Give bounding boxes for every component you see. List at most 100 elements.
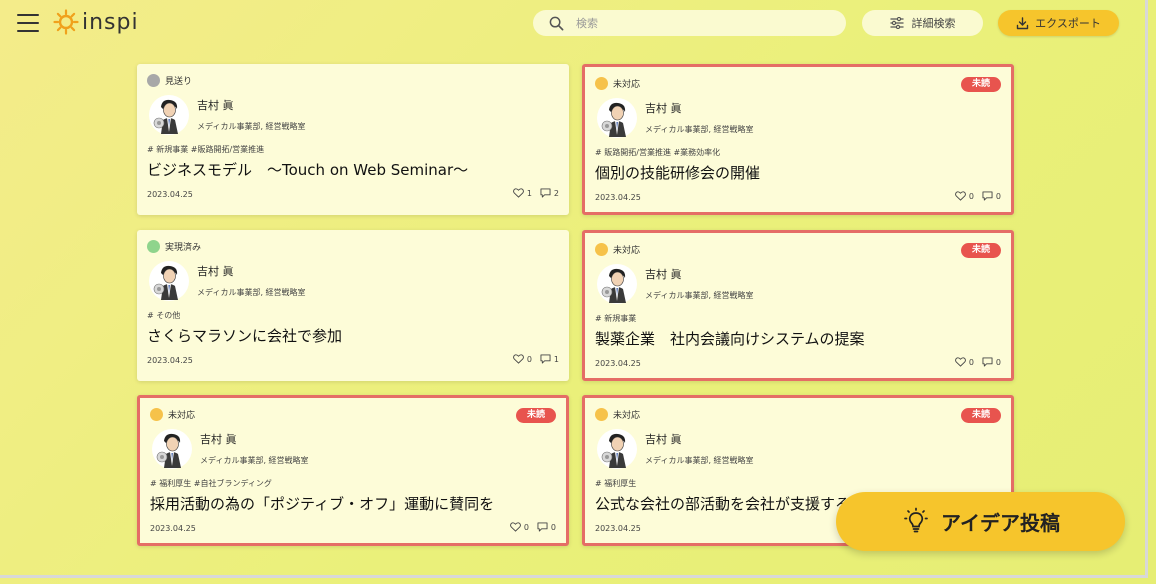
like-button[interactable]: 0 (954, 357, 974, 367)
status-dot (147, 240, 160, 253)
reaction-counts: 0 0 (509, 522, 556, 532)
comment-count: 0 (995, 191, 1001, 201)
tag-list: # 新規事業 #販路開拓/営業推進 (147, 145, 265, 154)
lightbulb-icon (904, 507, 928, 532)
idea-card[interactable]: 見送り 吉村 眞 メディカル事業部, 経営戦略室 # 新規事業 #販路開拓/営業… (137, 64, 569, 215)
reaction-counts: 0 0 (954, 191, 1001, 201)
post-date: 2023.04.25 (150, 524, 196, 533)
status-label: 未対応 (613, 80, 641, 90)
user-name: 吉村 眞 (645, 268, 682, 281)
comment-icon (982, 191, 993, 201)
status-indicator: 見送り (147, 74, 192, 87)
advanced-search-button[interactable]: 詳細検索 (862, 10, 983, 36)
status-dot (147, 74, 160, 87)
reaction-counts: 0 0 (954, 357, 1001, 367)
like-count: 0 (968, 191, 974, 201)
search-icon (549, 16, 564, 30)
status-label: 見送り (165, 77, 193, 87)
user-department: メディカル事業部, 経営戦略室 (197, 288, 306, 297)
idea-title: 公式な会社の部活動を会社が支援する (595, 495, 851, 513)
comment-count: 0 (995, 357, 1001, 367)
post-date: 2023.04.25 (595, 193, 641, 202)
idea-card[interactable]: 未対応 未読 吉村 眞 メディカル事業部, 経営戦略室 # 福利厚生 #自社ブラ… (137, 395, 569, 546)
status-indicator: 未対応 (595, 77, 640, 90)
idea-title: 個別の技能研修会の開催 (595, 164, 761, 182)
comment-button[interactable]: 0 (982, 357, 1001, 367)
comment-button[interactable]: 0 (982, 191, 1001, 201)
idea-title: 製薬企業 社内会議向けシステムの提案 (595, 330, 865, 348)
comment-button[interactable]: 2 (540, 188, 559, 198)
like-count: 0 (968, 357, 974, 367)
user-department: メディカル事業部, 経営戦略室 (645, 125, 754, 134)
idea-card[interactable]: 実現済み 吉村 眞 メディカル事業部, 経営戦略室 # その他 さくらマラソンに… (137, 230, 569, 381)
status-label: 実現済み (165, 243, 202, 253)
reaction-counts: 0 1 (512, 354, 559, 364)
user-department: メディカル事業部, 経営戦略室 (645, 291, 754, 300)
search-input[interactable] (574, 15, 838, 31)
post-date: 2023.04.25 (147, 190, 193, 199)
comment-button[interactable]: 0 (537, 522, 556, 532)
idea-card[interactable]: 未対応 未読 吉村 眞 メディカル事業部, 経営戦略室 # 販路開拓/営業推進 … (582, 64, 1014, 215)
avatar (149, 95, 189, 135)
status-label: 未対応 (613, 246, 641, 256)
like-button[interactable]: 1 (512, 188, 532, 198)
tag-list: # 新規事業 (595, 314, 637, 323)
reaction-counts: 1 2 (512, 188, 559, 198)
tag-list: # 販路開拓/営業推進 #業務効率化 (595, 148, 721, 157)
status-indicator: 未対応 (150, 408, 195, 421)
app-name: inspi (82, 9, 139, 35)
status-dot (595, 243, 608, 256)
idea-title: 採用活動の為の「ポジティブ・オフ」運動に賛同を (150, 495, 495, 513)
user-name: 吉村 眞 (645, 433, 682, 446)
comment-count: 0 (550, 522, 556, 532)
post-date: 2023.04.25 (147, 356, 193, 365)
search-bar[interactable] (533, 10, 846, 36)
status-label: 未対応 (613, 411, 641, 421)
idea-card[interactable]: 未対応 未読 吉村 眞 メディカル事業部, 経営戦略室 # 新規事業 製薬企業 … (582, 230, 1014, 381)
heart-icon (954, 357, 966, 367)
like-button[interactable]: 0 (512, 354, 532, 364)
avatar (152, 429, 192, 469)
status-dot (150, 408, 163, 421)
comment-count: 1 (553, 354, 559, 364)
like-count: 1 (526, 188, 532, 198)
status-indicator: 未対応 (595, 408, 640, 421)
status-label: 未対応 (168, 411, 196, 421)
app-logo[interactable]: inspi (53, 9, 139, 35)
tag-list: # 福利厚生 #自社ブランディング (150, 479, 272, 488)
post-date: 2023.04.25 (595, 524, 641, 533)
export-label: エクスポート (1035, 17, 1101, 30)
comment-button[interactable]: 1 (540, 354, 559, 364)
sun-logo-icon (53, 9, 79, 35)
user-name: 吉村 眞 (200, 433, 237, 446)
comment-icon (540, 354, 551, 364)
user-department: メディカル事業部, 経営戦略室 (645, 456, 754, 465)
status-indicator: 実現済み (147, 240, 201, 253)
user-name: 吉村 眞 (645, 102, 682, 115)
user-department: メディカル事業部, 経営戦略室 (197, 122, 306, 131)
heart-icon (509, 522, 521, 532)
user-department: メディカル事業部, 経営戦略室 (200, 456, 309, 465)
comment-count: 2 (553, 188, 559, 198)
like-count: 0 (523, 522, 529, 532)
post-idea-label: アイデア投稿 (941, 511, 1060, 535)
tag-list: # 福利厚生 (595, 479, 637, 488)
comment-icon (537, 522, 548, 532)
post-date: 2023.04.25 (595, 359, 641, 368)
heart-icon (954, 191, 966, 201)
like-count: 0 (526, 354, 532, 364)
status-dot (595, 77, 608, 90)
avatar (597, 264, 637, 304)
menu-icon[interactable] (17, 14, 39, 32)
heart-icon (512, 354, 524, 364)
idea-title: さくらマラソンに会社で参加 (147, 327, 343, 345)
like-button[interactable]: 0 (954, 191, 974, 201)
unread-badge: 未読 (961, 77, 1001, 92)
post-idea-button[interactable]: アイデア投稿 (836, 492, 1125, 551)
like-button[interactable]: 0 (509, 522, 529, 532)
download-icon (1016, 16, 1029, 29)
export-button[interactable]: エクスポート (998, 10, 1119, 36)
status-indicator: 未対応 (595, 243, 640, 256)
avatar (597, 98, 637, 138)
user-name: 吉村 眞 (197, 265, 234, 278)
